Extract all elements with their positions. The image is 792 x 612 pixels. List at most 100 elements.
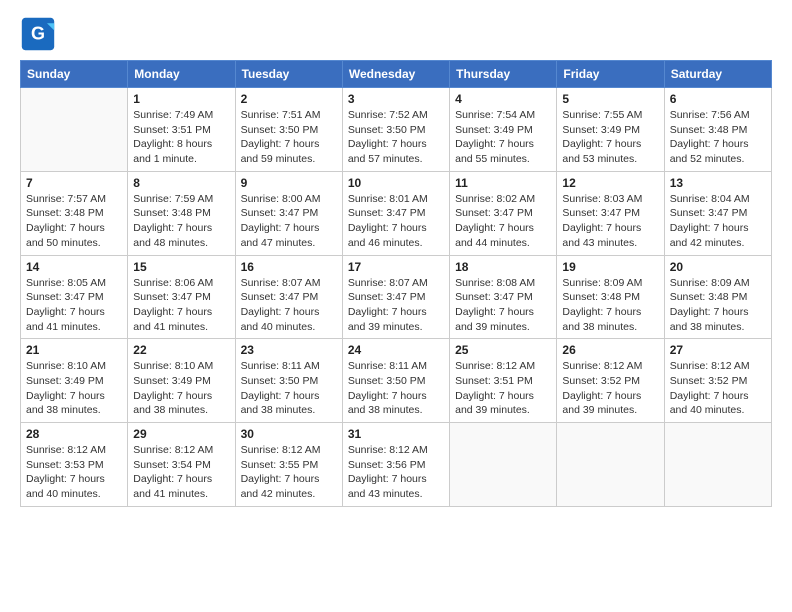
week-row-5: 28Sunrise: 8:12 AMSunset: 3:53 PMDayligh… (21, 423, 772, 507)
day-number: 5 (562, 92, 658, 106)
day-cell: 30Sunrise: 8:12 AMSunset: 3:55 PMDayligh… (235, 423, 342, 507)
day-number: 24 (348, 343, 444, 357)
day-detail: Sunrise: 7:59 AMSunset: 3:48 PMDaylight:… (133, 192, 229, 251)
day-detail: Sunrise: 8:12 AMSunset: 3:55 PMDaylight:… (241, 443, 337, 502)
header: G (20, 16, 772, 52)
day-number: 10 (348, 176, 444, 190)
calendar-table: SundayMondayTuesdayWednesdayThursdayFrid… (20, 60, 772, 507)
day-number: 14 (26, 260, 122, 274)
day-cell: 2 Sunrise: 7:51 AMSunset: 3:50 PMDaylight… (235, 88, 342, 172)
day-cell: 27 Sunrise: 8:12 AMSunset: 3:52 PMDayligh… (664, 339, 771, 423)
calendar-container: G SundayMondayTuesdayWednesdayThursdayFr… (0, 0, 792, 517)
day-detail: Sunrise: 8:02 AMSunset: 3:47 PMDaylight:… (455, 192, 551, 251)
day-detail: Sunrise: 8:10 AMSunset: 3:49 PMDaylight:… (133, 359, 229, 418)
day-number: 29 (133, 427, 229, 441)
day-detail: Sunrise: 8:07 AMSunset: 3:47 PMDaylight:… (348, 276, 444, 335)
day-cell (21, 88, 128, 172)
day-number: 4 (455, 92, 551, 106)
week-row-1: 1 Sunrise: 7:49 AMSunset: 3:51 PMDaylight… (21, 88, 772, 172)
day-detail: Sunrise: 8:10 AMSunset: 3:49 PMDaylight:… (26, 359, 122, 418)
weekday-header-tuesday: Tuesday (235, 61, 342, 88)
day-cell: 22 Sunrise: 8:10 AMSunset: 3:49 PMDayligh… (128, 339, 235, 423)
day-number: 25 (455, 343, 551, 357)
day-detail: Sunrise: 8:04 AMSunset: 3:47 PMDaylight:… (670, 192, 766, 251)
day-number: 2 (241, 92, 337, 106)
day-number: 26 (562, 343, 658, 357)
day-number: 17 (348, 260, 444, 274)
day-cell: 23 Sunrise: 8:11 AMSunset: 3:50 PMDayligh… (235, 339, 342, 423)
day-number: 8 (133, 176, 229, 190)
day-number: 19 (562, 260, 658, 274)
day-number: 12 (562, 176, 658, 190)
day-number: 22 (133, 343, 229, 357)
day-detail: Sunrise: 8:12 AMSunset: 3:54 PMDaylight:… (133, 443, 229, 502)
day-detail: Sunrise: 8:09 AMSunset: 3:48 PMDaylight:… (670, 276, 766, 335)
day-cell: 17 Sunrise: 8:07 AMSunset: 3:47 PMDayligh… (342, 255, 449, 339)
weekday-header-wednesday: Wednesday (342, 61, 449, 88)
day-number: 11 (455, 176, 551, 190)
day-number: 6 (670, 92, 766, 106)
day-cell: 31Sunrise: 8:12 AMSunset: 3:56 PMDayligh… (342, 423, 449, 507)
day-cell: 19Sunrise: 8:09 AMSunset: 3:48 PMDayligh… (557, 255, 664, 339)
weekday-header-row: SundayMondayTuesdayWednesdayThursdayFrid… (21, 61, 772, 88)
day-detail: Sunrise: 7:49 AMSunset: 3:51 PMDaylight:… (133, 108, 229, 167)
day-number: 1 (133, 92, 229, 106)
day-cell (450, 423, 557, 507)
day-cell: 18 Sunrise: 8:08 AMSunset: 3:47 PMDayligh… (450, 255, 557, 339)
day-detail: Sunrise: 8:12 AMSunset: 3:52 PMDaylight:… (670, 359, 766, 418)
day-cell: 21Sunrise: 8:10 AMSunset: 3:49 PMDayligh… (21, 339, 128, 423)
day-number: 15 (133, 260, 229, 274)
day-cell: 20 Sunrise: 8:09 AMSunset: 3:48 PMDayligh… (664, 255, 771, 339)
week-row-4: 21Sunrise: 8:10 AMSunset: 3:49 PMDayligh… (21, 339, 772, 423)
day-detail: Sunrise: 7:55 AMSunset: 3:49 PMDaylight:… (562, 108, 658, 167)
day-number: 28 (26, 427, 122, 441)
day-cell: 14 Sunrise: 8:05 AMSunset: 3:47 PMDayligh… (21, 255, 128, 339)
day-cell: 4 Sunrise: 7:54 AMSunset: 3:49 PMDaylight… (450, 88, 557, 172)
day-detail: Sunrise: 7:56 AMSunset: 3:48 PMDaylight:… (670, 108, 766, 167)
day-cell: 25 Sunrise: 8:12 AMSunset: 3:51 PMDayligh… (450, 339, 557, 423)
day-detail: Sunrise: 7:54 AMSunset: 3:49 PMDaylight:… (455, 108, 551, 167)
logo: G (20, 16, 60, 52)
week-row-3: 14 Sunrise: 8:05 AMSunset: 3:47 PMDayligh… (21, 255, 772, 339)
day-detail: Sunrise: 8:08 AMSunset: 3:47 PMDaylight:… (455, 276, 551, 335)
day-cell: 7 Sunrise: 7:57 AMSunset: 3:48 PMDaylight… (21, 171, 128, 255)
day-detail: Sunrise: 8:12 AMSunset: 3:52 PMDaylight:… (562, 359, 658, 418)
day-number: 9 (241, 176, 337, 190)
day-cell: 8 Sunrise: 7:59 AMSunset: 3:48 PMDaylight… (128, 171, 235, 255)
svg-text:G: G (31, 23, 45, 43)
day-cell: 24 Sunrise: 8:11 AMSunset: 3:50 PMDayligh… (342, 339, 449, 423)
weekday-header-friday: Friday (557, 61, 664, 88)
day-detail: Sunrise: 8:12 AMSunset: 3:51 PMDaylight:… (455, 359, 551, 418)
day-number: 13 (670, 176, 766, 190)
day-cell: 3Sunrise: 7:52 AMSunset: 3:50 PMDaylight… (342, 88, 449, 172)
day-cell: 28Sunrise: 8:12 AMSunset: 3:53 PMDayligh… (21, 423, 128, 507)
day-number: 23 (241, 343, 337, 357)
day-cell: 6 Sunrise: 7:56 AMSunset: 3:48 PMDaylight… (664, 88, 771, 172)
day-detail: Sunrise: 8:01 AMSunset: 3:47 PMDaylight:… (348, 192, 444, 251)
day-number: 27 (670, 343, 766, 357)
weekday-header-sunday: Sunday (21, 61, 128, 88)
day-detail: Sunrise: 8:00 AMSunset: 3:47 PMDaylight:… (241, 192, 337, 251)
day-number: 18 (455, 260, 551, 274)
weekday-header-saturday: Saturday (664, 61, 771, 88)
day-detail: Sunrise: 8:06 AMSunset: 3:47 PMDaylight:… (133, 276, 229, 335)
day-cell: 1 Sunrise: 7:49 AMSunset: 3:51 PMDaylight… (128, 88, 235, 172)
day-detail: Sunrise: 7:57 AMSunset: 3:48 PMDaylight:… (26, 192, 122, 251)
day-cell: 12Sunrise: 8:03 AMSunset: 3:47 PMDayligh… (557, 171, 664, 255)
day-number: 31 (348, 427, 444, 441)
day-number: 20 (670, 260, 766, 274)
day-cell: 16 Sunrise: 8:07 AMSunset: 3:47 PMDayligh… (235, 255, 342, 339)
day-detail: Sunrise: 8:11 AMSunset: 3:50 PMDaylight:… (348, 359, 444, 418)
day-cell: 9 Sunrise: 8:00 AMSunset: 3:47 PMDaylight… (235, 171, 342, 255)
logo-icon: G (20, 16, 56, 52)
weekday-header-thursday: Thursday (450, 61, 557, 88)
day-detail: Sunrise: 8:07 AMSunset: 3:47 PMDaylight:… (241, 276, 337, 335)
day-cell: 5 Sunrise: 7:55 AMSunset: 3:49 PMDaylight… (557, 88, 664, 172)
day-detail: Sunrise: 7:51 AMSunset: 3:50 PMDaylight:… (241, 108, 337, 167)
day-number: 3 (348, 92, 444, 106)
day-detail: Sunrise: 8:05 AMSunset: 3:47 PMDaylight:… (26, 276, 122, 335)
day-cell: 15 Sunrise: 8:06 AMSunset: 3:47 PMDayligh… (128, 255, 235, 339)
day-number: 7 (26, 176, 122, 190)
day-detail: Sunrise: 8:11 AMSunset: 3:50 PMDaylight:… (241, 359, 337, 418)
day-number: 16 (241, 260, 337, 274)
